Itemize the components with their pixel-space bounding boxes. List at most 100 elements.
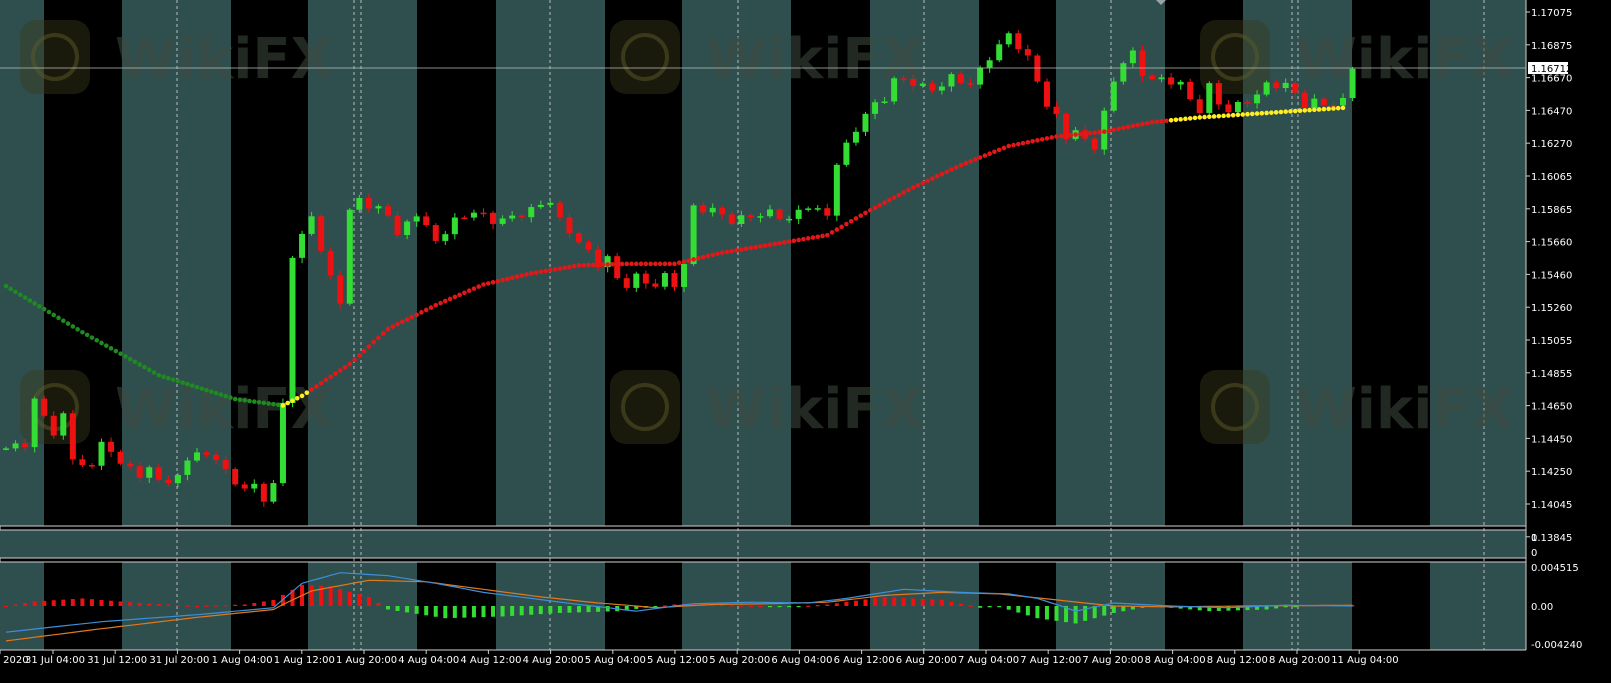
bull-candle[interactable] [289,257,296,403]
bear-candle[interactable] [127,463,134,467]
bear-candle[interactable] [910,78,917,86]
bull-candle[interactable] [986,60,993,68]
bear-candle[interactable] [700,205,707,213]
bull-candle[interactable] [451,217,458,235]
bull-candle[interactable] [308,216,315,234]
bull-candle[interactable] [1206,83,1213,113]
bull-candle[interactable] [977,67,984,85]
bull-candle[interactable] [1234,102,1241,113]
bull-candle[interactable] [146,467,153,478]
bull-candle[interactable] [279,402,286,484]
bear-candle[interactable] [1091,138,1098,150]
bear-candle[interactable] [432,225,439,241]
bear-candle[interactable] [480,212,487,215]
bear-candle[interactable] [576,233,582,243]
bear-candle[interactable] [1053,106,1060,114]
bull-candle[interactable] [767,209,773,217]
bull-candle[interactable] [60,413,67,436]
bull-candle[interactable] [633,273,640,288]
bull-candle[interactable] [184,460,191,475]
bear-candle[interactable] [747,215,754,218]
bull-candle[interactable] [270,483,277,502]
bear-candle[interactable] [1149,75,1155,80]
bull-candle[interactable] [1005,33,1012,45]
bull-candle[interactable] [757,216,764,218]
bull-candle[interactable] [1110,81,1117,111]
bear-candle[interactable] [1168,77,1175,85]
bull-candle[interactable] [1254,94,1261,104]
bear-candle[interactable] [79,459,86,466]
bear-candle[interactable] [1301,92,1308,109]
bear-candle[interactable] [213,454,220,460]
bull-candle[interactable] [1120,63,1127,82]
bull-candle[interactable] [194,452,200,461]
bear-candle[interactable] [642,273,649,284]
bull-candle[interactable] [470,212,477,218]
bull-candle[interactable] [1129,50,1136,64]
bear-candle[interactable] [490,212,497,224]
bull-candle[interactable] [1311,98,1318,109]
bear-candle[interactable] [165,479,172,484]
bear-candle[interactable] [423,216,430,226]
bear-candle[interactable] [728,214,735,225]
bull-candle[interactable] [346,209,353,304]
bear-candle[interactable] [1196,99,1203,113]
bear-candle[interactable] [1034,55,1041,82]
bear-candle[interactable] [518,215,525,218]
bull-candle[interactable] [681,264,688,287]
bull-candle[interactable] [98,441,105,466]
bull-candle[interactable] [948,74,955,87]
bull-candle[interactable] [891,78,898,102]
bull-candle[interactable] [499,218,506,224]
bear-candle[interactable] [88,465,95,467]
bear-candle[interactable] [585,242,592,250]
bull-candle[interactable] [537,204,544,208]
bear-candle[interactable] [1225,104,1232,113]
bull-candle[interactable] [1158,77,1165,80]
bear-candle[interactable] [1043,81,1050,107]
bull-candle[interactable] [1340,98,1346,106]
bull-candle[interactable] [709,207,716,213]
bull-candle[interactable] [509,215,516,219]
bear-candle[interactable] [671,273,678,287]
bear-candle[interactable] [824,208,831,216]
bull-candle[interactable] [251,483,258,489]
bull-candle[interactable] [547,202,554,205]
bear-candle[interactable] [900,78,907,80]
bear-candle[interactable] [958,74,964,83]
bear-candle[interactable] [1273,82,1280,89]
bull-candle[interactable] [805,208,812,210]
bear-candle[interactable] [1244,102,1251,104]
bear-candle[interactable] [719,207,726,215]
bull-candle[interactable] [814,208,821,210]
bear-candle[interactable] [652,283,659,287]
bull-candle[interactable] [661,273,668,287]
bear-candle[interactable] [394,215,401,235]
bear-candle[interactable] [260,483,267,502]
bull-candle[interactable] [174,474,181,484]
bear-candle[interactable] [365,197,372,209]
bull-candle[interactable] [843,142,850,165]
bear-candle[interactable] [327,250,334,276]
bear-candle[interactable] [1024,49,1031,56]
bull-candle[interactable] [413,216,420,222]
bull-candle[interactable] [356,197,363,210]
bull-candle[interactable] [12,443,19,449]
bull-candle[interactable] [1282,82,1289,89]
bear-candle[interactable] [967,82,974,85]
bear-candle[interactable] [385,206,391,216]
bear-candle[interactable] [556,202,563,218]
bull-candle[interactable] [872,102,879,114]
bear-candle[interactable] [1015,33,1022,50]
bear-candle[interactable] [41,398,48,416]
bull-candle[interactable] [442,234,449,241]
bull-candle[interactable] [852,131,859,143]
bear-candle[interactable] [1320,98,1327,106]
bear-candle[interactable] [1139,50,1146,76]
bear-candle[interactable] [1215,83,1222,105]
bull-candle[interactable] [862,113,869,132]
bear-candle[interactable] [566,217,573,234]
bear-candle[interactable] [232,468,239,485]
bull-candle[interactable] [795,209,802,219]
bear-candle[interactable] [222,459,229,469]
